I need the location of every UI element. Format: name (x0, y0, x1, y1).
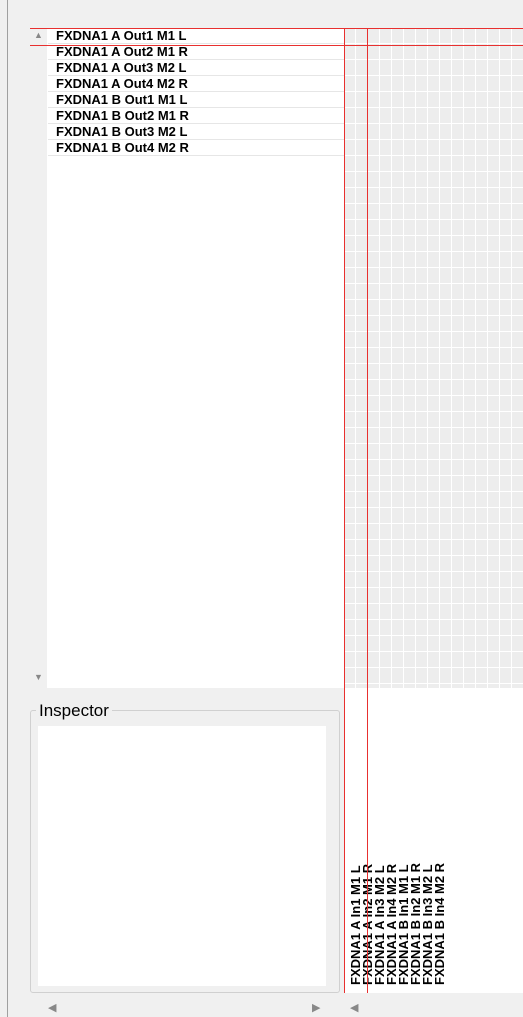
input-column-headers: FXDNA1 A In1 M1 L FXDNA1 A In2 M1 R FXDNA1… (344, 688, 523, 993)
output-list-scrollbar[interactable]: ▲ ▼ (30, 28, 47, 688)
output-list-item[interactable]: FXDNA1 A Out2 M1 R (48, 44, 344, 60)
output-list-item[interactable]: FXDNA1 B Out3 M2 L (48, 124, 344, 140)
output-list-item[interactable]: FXDNA1 A Out3 M2 L (48, 60, 344, 76)
output-list-item[interactable]: FXDNA1 B Out1 M1 L (48, 92, 344, 108)
scroll-left-icon[interactable]: ◀ (48, 1000, 56, 1017)
output-list: FXDNA1 A Out1 M1 L FXDNA1 A Out2 M1 R FXDN… (48, 28, 344, 156)
scroll-up-icon[interactable]: ▲ (30, 28, 47, 42)
matrix-horizontal-scrollbar[interactable]: ◀ (344, 1000, 523, 1017)
window-left-border (7, 0, 8, 1017)
output-list-item[interactable]: FXDNA1 A Out4 M2 R (48, 76, 344, 92)
output-list-item[interactable]: FXDNA1 B Out4 M2 R (48, 140, 344, 156)
inspector-horizontal-scrollbar[interactable]: ◀ ▶ (30, 1000, 340, 1017)
scroll-right-icon[interactable]: ▶ (312, 1000, 320, 1017)
inspector-title: Inspector (36, 700, 112, 722)
inspector-panel (38, 726, 326, 986)
output-list-item[interactable]: FXDNA1 A Out1 M1 L (48, 28, 344, 44)
scroll-left-icon[interactable]: ◀ (350, 1000, 358, 1017)
input-column-label[interactable]: FXDNA1 B In4 M2 R (432, 695, 447, 985)
scroll-down-icon[interactable]: ▼ (30, 670, 47, 684)
routing-matrix-grid[interactable] (344, 28, 523, 688)
output-list-item[interactable]: FXDNA1 B Out2 M1 R (48, 108, 344, 124)
